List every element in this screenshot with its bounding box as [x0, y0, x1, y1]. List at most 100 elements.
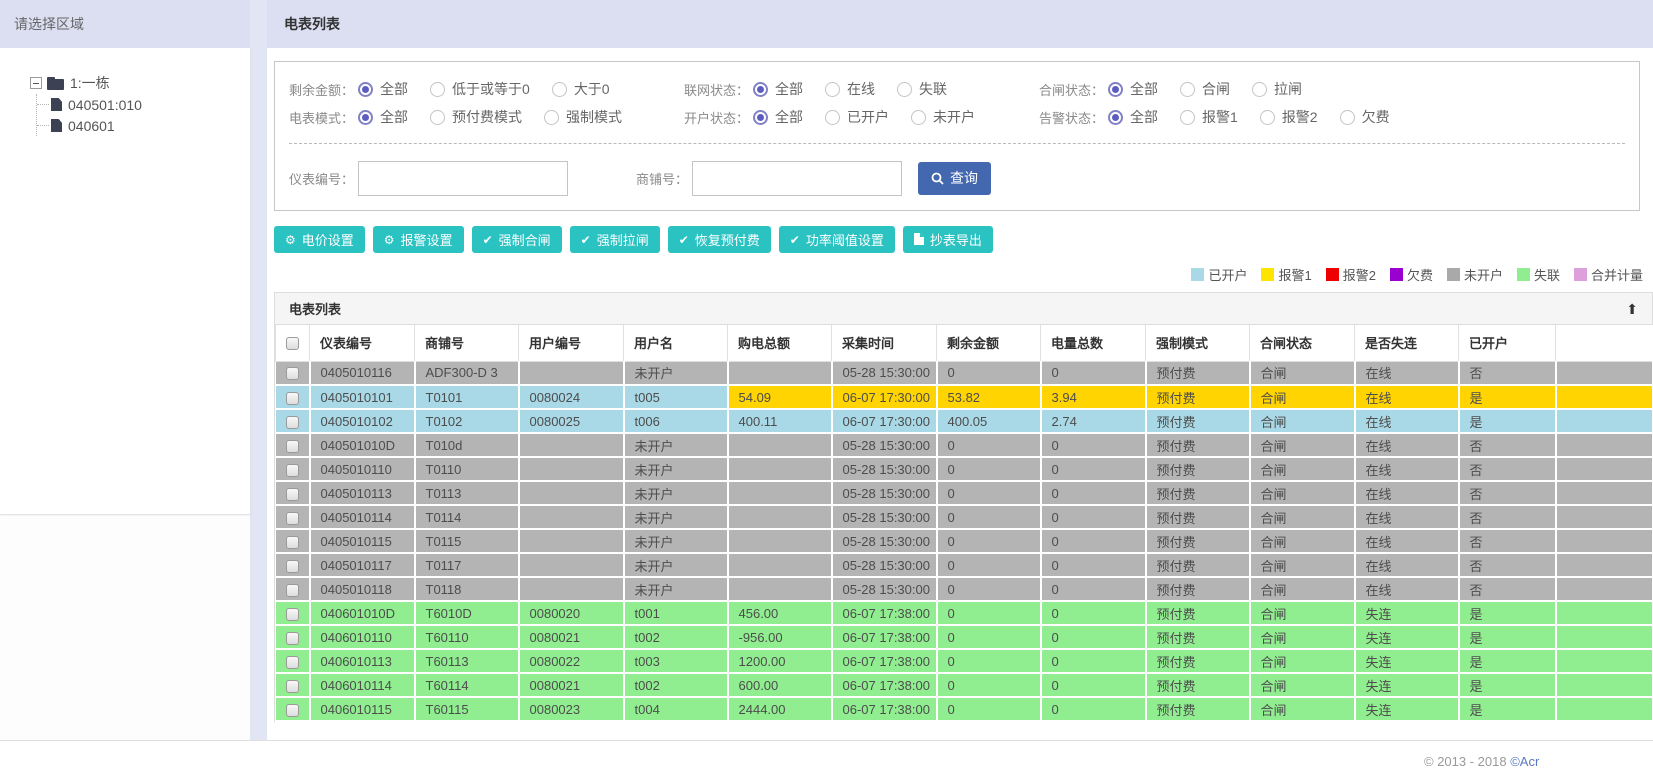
radio-option[interactable]: 全部: [753, 107, 803, 127]
column-header: 剩余金额: [936, 325, 1041, 362]
row-checkbox[interactable]: [285, 607, 299, 621]
table-cell: 是: [1458, 673, 1557, 698]
row-checkbox[interactable]: [285, 463, 299, 477]
radio-option[interactable]: 未开户: [911, 107, 975, 127]
row-checkbox[interactable]: [285, 415, 299, 429]
radio-icon[interactable]: [897, 81, 913, 97]
table-cell: 合闸: [1249, 577, 1356, 602]
row-checkbox[interactable]: [285, 583, 299, 597]
row-checkbox[interactable]: [285, 487, 299, 501]
action-button-4[interactable]: ✔ 强制拉闸: [569, 226, 660, 253]
tree-leaf-label[interactable]: 040601: [68, 118, 115, 134]
table-cell: 是: [1458, 385, 1557, 410]
table-cell-spacer: [1555, 505, 1653, 530]
radio-option[interactable]: 大于0: [551, 79, 610, 99]
main-content: 剩余金额： 全部 低于或等于0 大于0 联网状态： 全部 在线 失联 合闸状态： 全部 合闸 拉闸 电表…: [267, 48, 1653, 740]
table-cell: 否: [1458, 577, 1557, 602]
radio-icon[interactable]: [1252, 81, 1268, 97]
radio-option[interactable]: 欠费: [1339, 107, 1390, 127]
tree-root-label[interactable]: 1:一栋: [70, 73, 110, 93]
row-checkbox[interactable]: [285, 703, 299, 717]
action-button-5[interactable]: ✔ 恢复预付费: [667, 226, 771, 253]
row-checkbox[interactable]: [285, 655, 299, 669]
radio-icon[interactable]: [551, 81, 567, 97]
radio-icon[interactable]: [825, 81, 841, 97]
row-checkbox[interactable]: [285, 679, 299, 693]
radio-icon[interactable]: [358, 109, 374, 125]
radio-option[interactable]: 全部: [753, 79, 803, 99]
check-icon: ✔: [789, 232, 800, 247]
table-row: 0405010101 T0101 0080024 t005 54.09 06-07 17:…: [275, 385, 1653, 410]
radio-option[interactable]: 全部: [358, 79, 408, 99]
action-button-1[interactable]: ⚙ 电价设置: [274, 226, 365, 253]
radio-option[interactable]: 合闸: [1180, 79, 1230, 99]
action-buttons: ⚙ 电价设置 ⚙ 报警设置 ✔ 强制合闸 ✔ 强制拉闸 ✔ 恢复预付费 ✔ 功率阈值设置 抄表导出: [274, 226, 1653, 253]
column-header: 用户名: [623, 325, 728, 362]
radio-icon[interactable]: [358, 81, 374, 97]
radio-option[interactable]: 拉闸: [1252, 79, 1302, 99]
radio-option[interactable]: 全部: [358, 107, 408, 127]
filter-group: 告警状态： 全部 报警1 报警2 欠费: [1039, 107, 1599, 127]
table-cell: 0: [936, 529, 1042, 554]
action-button-3[interactable]: ✔ 强制合闸: [471, 226, 562, 253]
table-cell: [727, 433, 833, 458]
tree-root-node[interactable]: 1:一栋: [30, 72, 250, 94]
table-cell: 0: [936, 433, 1042, 458]
radio-option[interactable]: 全部: [1108, 79, 1158, 99]
row-checkbox[interactable]: [285, 511, 299, 525]
radio-icon[interactable]: [1180, 109, 1196, 125]
meter-table: 仪表编号 商铺号 用户编号 用户名 购电总额 采集时间 剩余金额 电量总数 强制模式 合闸状态 是否…: [275, 325, 1653, 722]
radio-icon[interactable]: [1108, 81, 1124, 97]
action-button-label: 功率阈值设置: [805, 233, 884, 248]
select-all-checkbox[interactable]: [286, 337, 299, 351]
radio-icon[interactable]: [430, 109, 446, 125]
radio-option[interactable]: 在线: [825, 79, 875, 99]
radio-option[interactable]: 预付费模式: [430, 107, 522, 127]
row-checkbox[interactable]: [285, 631, 299, 645]
radio-option[interactable]: 低于或等于0: [430, 79, 530, 99]
copyright-link[interactable]: ©Acr: [1510, 754, 1539, 769]
row-checkbox[interactable]: [285, 559, 299, 573]
tree-leaf-label[interactable]: 040501:010: [68, 97, 142, 113]
shop-no-input[interactable]: [692, 160, 903, 196]
table-cell: 0: [1040, 457, 1147, 482]
radio-icon[interactable]: [1339, 109, 1355, 125]
table-cell: 0: [936, 697, 1042, 722]
radio-icon[interactable]: [825, 109, 841, 125]
table-cell: 05-28 15:30:00: [831, 433, 938, 458]
table-cell: 否: [1458, 457, 1557, 482]
radio-option[interactable]: 报警2: [1259, 107, 1318, 127]
tree-leaf-node[interactable]: 040501:010: [37, 94, 250, 115]
collapse-panel-icon[interactable]: ⬆: [1626, 302, 1638, 316]
tree-collapse-icon[interactable]: [30, 77, 42, 89]
row-checkbox[interactable]: [285, 535, 299, 549]
radio-option[interactable]: 强制模式: [544, 107, 622, 127]
radio-option[interactable]: 失联: [897, 79, 947, 99]
radio-option-label: 在线: [847, 81, 876, 97]
filter-separator: [289, 143, 1625, 144]
tree-leaf-node[interactable]: 040601: [37, 115, 250, 136]
row-checkbox[interactable]: [285, 367, 299, 381]
table-cell: 在线: [1354, 481, 1460, 506]
action-button-7[interactable]: 抄表导出: [902, 226, 993, 253]
radio-icon[interactable]: [1259, 109, 1275, 125]
radio-icon[interactable]: [1108, 109, 1124, 125]
action-button-2[interactable]: ⚙ 报警设置: [372, 226, 464, 253]
meter-no-input[interactable]: [358, 160, 569, 196]
radio-icon[interactable]: [753, 109, 769, 125]
radio-icon[interactable]: [430, 81, 446, 97]
radio-option[interactable]: 全部: [1108, 107, 1158, 127]
action-button-6[interactable]: ✔ 功率阈值设置: [778, 226, 895, 253]
table-cell: 0405010102: [309, 409, 416, 434]
table-cell-spacer: [1555, 673, 1653, 698]
radio-option[interactable]: 已开户: [825, 107, 889, 127]
legend-label: 已开户: [1208, 268, 1248, 283]
radio-icon[interactable]: [1180, 81, 1196, 97]
query-button[interactable]: 查询: [918, 161, 992, 195]
row-checkbox[interactable]: [285, 439, 299, 453]
radio-icon[interactable]: [544, 109, 560, 125]
radio-icon[interactable]: [911, 109, 927, 125]
radio-option[interactable]: 报警1: [1180, 107, 1238, 127]
row-checkbox[interactable]: [285, 391, 299, 405]
radio-icon[interactable]: [753, 81, 769, 97]
